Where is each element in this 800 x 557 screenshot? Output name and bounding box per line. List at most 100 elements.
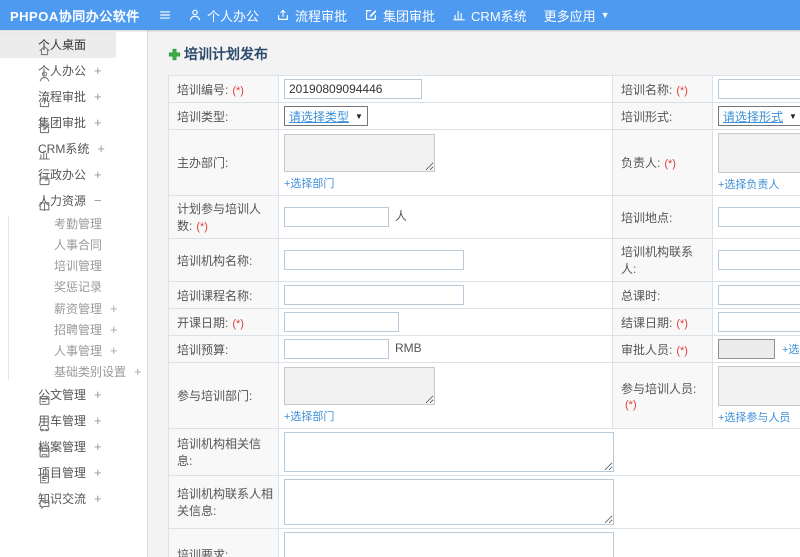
host-dept-textarea[interactable] [284,134,435,172]
expander-icon[interactable]: + [94,84,102,110]
sidebar-subitem-reward-record[interactable]: 奖惩记录 [0,277,147,298]
field-label: 主办部门: [177,156,229,170]
budget-input[interactable] [284,339,389,359]
book-icon [39,202,50,211]
course-name-input[interactable] [284,285,464,305]
field-label: 参与培训人员: [621,382,697,396]
nav-item-crm-system[interactable]: CRM系统 [452,6,527,25]
sidebar: 个人桌面 个人办公 + 流程审批 + 集团审批 + CRM系统 + 行政办公 + 人力资源 − 考勤管理人… [0,30,148,557]
training-mode-select[interactable]: 请选择形式 ▼ [718,106,800,126]
select-value: 请选择形式 [723,109,784,124]
sidebar-item-document[interactable]: 公文管理 + [0,382,116,408]
field-label: 结课日期: [621,315,673,330]
nav-item-personal-office[interactable]: 个人办公 [188,6,259,25]
plus-icon [168,48,181,60]
user-icon [39,71,50,82]
end-date-input[interactable] [718,312,800,332]
page-title-text: 培训计划发布 [184,46,268,62]
org-info-textarea[interactable] [284,432,614,472]
field-label: 培训预算: [177,342,229,357]
select-join-people-link[interactable]: +选择参与人员 [718,409,790,425]
sidebar-item-admin-office[interactable]: 行政办公 + [0,162,116,188]
sidebar-item-project[interactable]: 项目管理 + [0,460,116,486]
training-no-input[interactable] [284,79,422,99]
sidebar-subitem-label: 基础类别设置 [54,365,127,379]
form-row-course-hours: 培训课程名称: 总课时: [168,281,800,309]
sidebar-item-crm-system[interactable]: CRM系统 + [0,136,116,162]
join-dept-textarea[interactable] [284,367,435,405]
select-approver-link[interactable]: +选择审批人员 [782,341,800,357]
approver-box[interactable] [718,339,775,359]
planned-count-input[interactable] [284,207,389,227]
expander-icon[interactable]: + [94,382,102,408]
sidebar-item-knowledge[interactable]: 知识交流 + [0,486,116,512]
field-label: 培训形式: [621,109,673,124]
expander-icon[interactable]: + [94,58,102,84]
edit-icon [366,10,377,20]
sidebar-item-archive[interactable]: 档案管理 + [0,434,116,460]
sidebar-subitem-attendance[interactable]: 考勤管理 [0,214,147,235]
form-row-count-location: 计划参与培训人数: (*) 人 培训地点: [168,195,800,239]
sidebar-subitem-personnel[interactable]: 人事管理 + [0,340,147,361]
training-type-select[interactable]: 请选择类型 ▼ [284,106,368,126]
sidebar-subitem-label: 考勤管理 [54,217,103,231]
expander-icon[interactable]: − [94,188,102,214]
caret-down-icon: ▼ [600,10,610,20]
expander-icon[interactable]: + [94,460,102,486]
nav-item-group-approval[interactable]: 集团审批 [364,6,435,25]
caret-down-icon: ▼ [355,111,363,121]
field-label: 培训要求: [177,547,229,557]
sidebar-subitem-training[interactable]: 培训管理 [0,256,147,277]
sidebar-item-group-approval[interactable]: 集团审批 + [0,110,116,136]
expander-icon[interactable]: + [110,340,118,361]
org-name-input[interactable] [284,250,464,270]
training-name-input[interactable] [718,79,800,99]
location-input[interactable] [718,207,800,227]
expander-icon[interactable]: + [134,361,142,382]
sidebar-item-flow-approval[interactable]: 流程审批 + [0,84,116,110]
nav-item-label: 个人办公 [207,8,260,24]
sidebar-item-hr[interactable]: 人力资源 − [0,188,116,214]
start-date-input[interactable] [284,312,399,332]
expander-icon[interactable]: + [110,319,118,340]
chart-icon [39,150,50,160]
nav-item-flow-approval[interactable]: 流程审批 [276,6,347,25]
expander-icon[interactable]: + [94,434,102,460]
expander-icon[interactable]: + [94,110,102,136]
chart-icon [453,10,465,21]
sidebar-subitem-hr-contract[interactable]: 人事合同 [0,235,147,256]
total-hours-input[interactable] [718,285,800,305]
unit-label: 人 [395,209,408,224]
expander-icon[interactable]: + [94,162,102,188]
select-leader-link[interactable]: +选择负责人 [718,176,779,192]
nav-item-label: CRM系统 [471,8,527,24]
field-label: 培训机构联系人: [621,245,694,276]
nav-item-more-apps[interactable]: 更多应用 ▼ [544,6,610,25]
org-contact-input[interactable] [718,250,800,270]
sidebar-subitem-salary[interactable]: 薪资管理 + [0,298,147,319]
menu-toggle-icon[interactable] [158,8,174,22]
sidebar-item-vehicle[interactable]: 用车管理 + [0,408,116,434]
expander-icon[interactable]: + [110,298,118,319]
sidebar-item-personal-office[interactable]: 个人办公 + [0,58,116,84]
sidebar-submenu-hr: 考勤管理 人事合同 培训管理 奖惩记录 薪资管理 + 招聘管理 + 人事管理 + 基础类别设置 + [0,214,147,382]
field-label: 培训机构相关信息: [177,437,262,468]
join-people-textarea[interactable] [718,366,800,406]
sidebar-subitem-base-category[interactable]: 基础类别设置 + [0,361,147,382]
expander-icon[interactable]: + [94,486,102,512]
sidebar-subitem-label: 薪资管理 [54,302,103,316]
sidebar-item-desktop[interactable]: 个人桌面 [0,32,116,58]
org-contact-info-textarea[interactable] [284,479,614,525]
expander-icon[interactable]: + [97,136,105,162]
flow-icon [39,97,50,108]
expander-icon[interactable]: + [94,408,102,434]
requirement-textarea[interactable] [284,532,614,557]
sidebar-subitem-recruit[interactable]: 招聘管理 + [0,319,147,340]
select-join-dept-link[interactable]: +选择部门 [284,408,334,424]
select-dept-link[interactable]: +选择部门 [284,175,334,191]
field-label: 培训地点: [621,210,673,225]
form-row-join: 参与培训部门: +选择部门 参与培训人员: (*) +选择参与人员 [168,362,800,429]
leader-textarea[interactable] [718,133,800,173]
field-label: 审批人员: [621,342,673,357]
car-icon [39,424,50,432]
